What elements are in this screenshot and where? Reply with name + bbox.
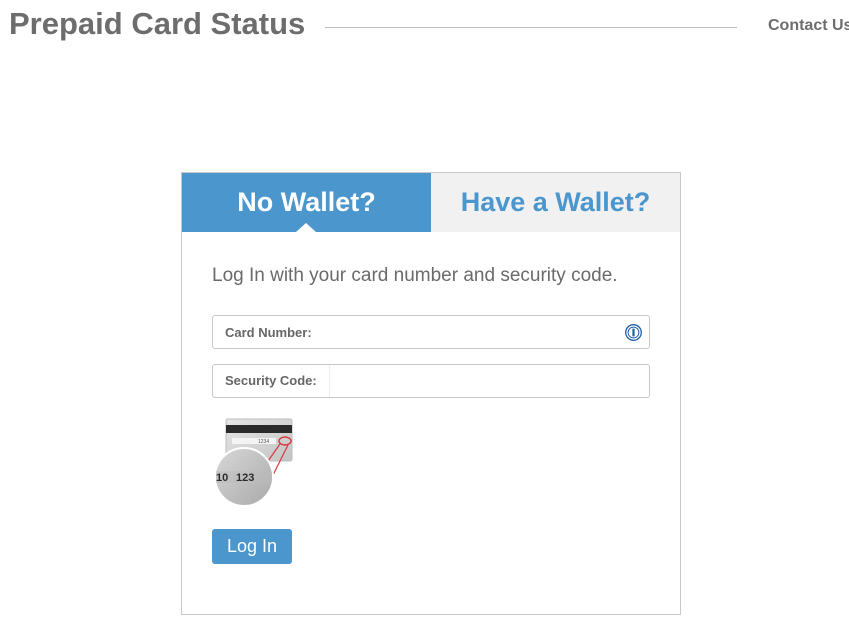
page-header: Prepaid Card Status Contact Us — [0, 0, 849, 50]
security-code-input[interactable] — [329, 366, 649, 396]
tab-no-wallet[interactable]: No Wallet? — [182, 173, 431, 232]
tab-label: No Wallet? — [237, 187, 376, 217]
login-button[interactable]: Log In — [212, 529, 292, 564]
login-instructions: Log In with your card number and securit… — [212, 265, 618, 286]
tab-have-wallet[interactable]: Have a Wallet? — [431, 173, 680, 232]
cvv-digits-left: 10 — [216, 472, 228, 484]
login-panel: No Wallet? Have a Wallet? Log In with yo… — [181, 172, 681, 615]
cvv-digits-right: 123 — [236, 472, 254, 484]
password-manager-icon[interactable] — [625, 323, 642, 341]
card-number-input[interactable] — [311, 317, 625, 347]
tab-label: Have a Wallet? — [460, 187, 651, 217]
wallet-tabs: No Wallet? Have a Wallet? — [182, 173, 680, 232]
card-security-code-illustration: 1234 10 123 — [214, 418, 293, 507]
header-divider — [325, 27, 737, 28]
security-code-label: Security Code: — [213, 365, 330, 397]
contact-us-link[interactable]: Contact Us — [768, 17, 849, 35]
svg-text:1234: 1234 — [258, 439, 269, 445]
card-number-field[interactable]: Card Number: — [212, 315, 650, 349]
security-code-field[interactable]: Security Code: — [212, 364, 650, 398]
card-number-label: Card Number: — [225, 324, 312, 340]
page-title: Prepaid Card Status — [9, 6, 306, 41]
